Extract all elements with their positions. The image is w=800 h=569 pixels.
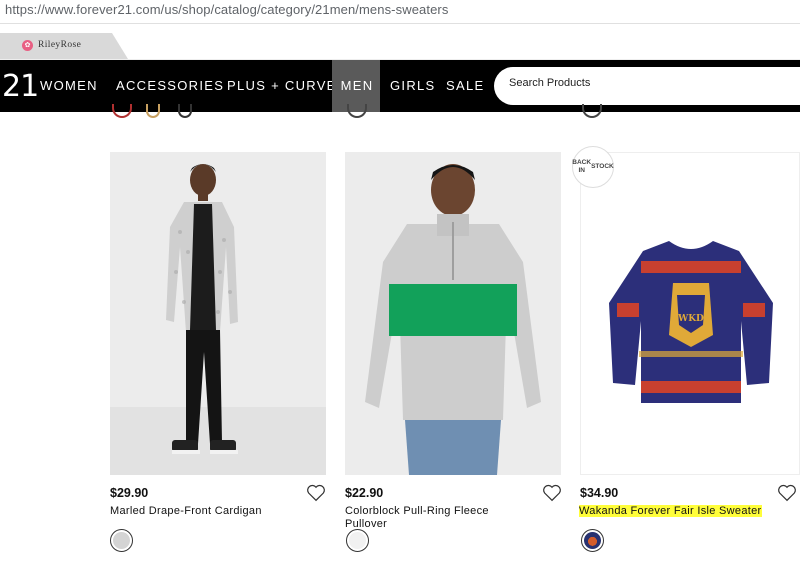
search-box[interactable] — [494, 67, 800, 105]
riley-rose-icon: ✿ — [22, 39, 33, 51]
highlighted-name: Wakanda Forever Fair Isle Sweater — [579, 505, 762, 517]
swatch-peek[interactable] — [112, 104, 132, 118]
color-swatch[interactable] — [581, 529, 604, 552]
svg-text:WKD: WKD — [677, 314, 704, 324]
swatch-peek[interactable] — [146, 104, 160, 118]
nav-item-accessories[interactable]: ACCESSORIES — [116, 60, 224, 112]
product-image-pullover[interactable] — [345, 152, 561, 475]
product-price: $22.90 — [345, 486, 384, 500]
product-image-sweater[interactable]: WKD — [580, 152, 800, 475]
search-input[interactable] — [509, 77, 789, 89]
swatch-fill — [584, 532, 601, 549]
product-name[interactable]: Marled Drape-Front Cardigan — [110, 505, 300, 518]
cardigan-model-illustration — [110, 152, 326, 475]
color-swatch[interactable] — [346, 529, 369, 552]
swatch-peek[interactable] — [582, 104, 602, 118]
address-bar[interactable]: https://www.forever21.com/us/shop/catalo… — [0, 0, 800, 24]
product-name[interactable]: Wakanda Forever Fair Isle Sweater — [579, 505, 777, 518]
nav-item-plus-curve[interactable]: PLUS + CURVE — [227, 60, 337, 112]
nav-item-sale[interactable]: SALE — [446, 60, 484, 112]
back-in-stock-badge: BACK IN STOCK — [572, 146, 614, 188]
swatch-fill — [349, 532, 366, 549]
nav-item-women[interactable]: WOMEN — [40, 60, 98, 112]
riley-rose-logo[interactable]: ✿ RileyRose — [22, 37, 92, 53]
riley-rose-label: RileyRose — [38, 40, 82, 50]
swatch-peek[interactable] — [347, 104, 367, 118]
url-text[interactable]: https://www.forever21.com/us/shop/catalo… — [5, 2, 448, 17]
heart-icon[interactable] — [306, 484, 326, 502]
swatch-fill — [113, 532, 130, 549]
product-price: $29.90 — [110, 486, 149, 500]
heart-icon[interactable] — [542, 484, 562, 502]
nav-item-girls[interactable]: GIRLS — [390, 60, 436, 112]
heart-icon[interactable] — [777, 484, 797, 502]
product-image-cardigan[interactable] — [110, 152, 326, 475]
product-name[interactable]: Colorblock Pull-Ring Fleece Pullover — [345, 505, 525, 531]
forever21-logo[interactable]: 21 — [2, 69, 39, 104]
product-price: $34.90 — [580, 486, 619, 500]
sweater-illustration: WKD — [581, 153, 799, 474]
swatch-peek[interactable] — [178, 104, 192, 118]
color-swatch[interactable] — [110, 529, 133, 552]
pullover-model-illustration — [345, 152, 561, 475]
